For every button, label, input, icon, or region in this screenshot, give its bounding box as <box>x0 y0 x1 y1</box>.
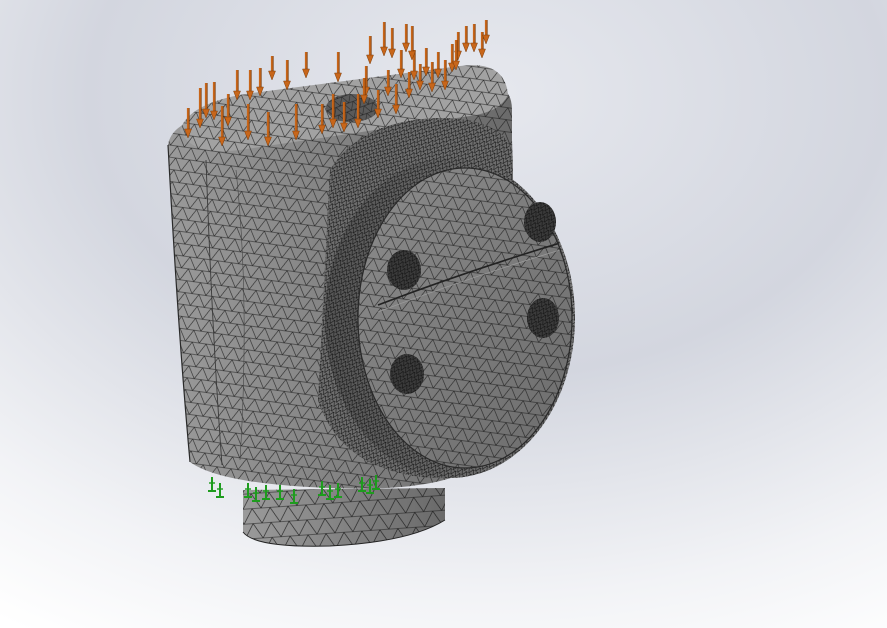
model-view[interactable] <box>0 0 887 628</box>
graphics-viewport[interactable] <box>0 0 887 628</box>
